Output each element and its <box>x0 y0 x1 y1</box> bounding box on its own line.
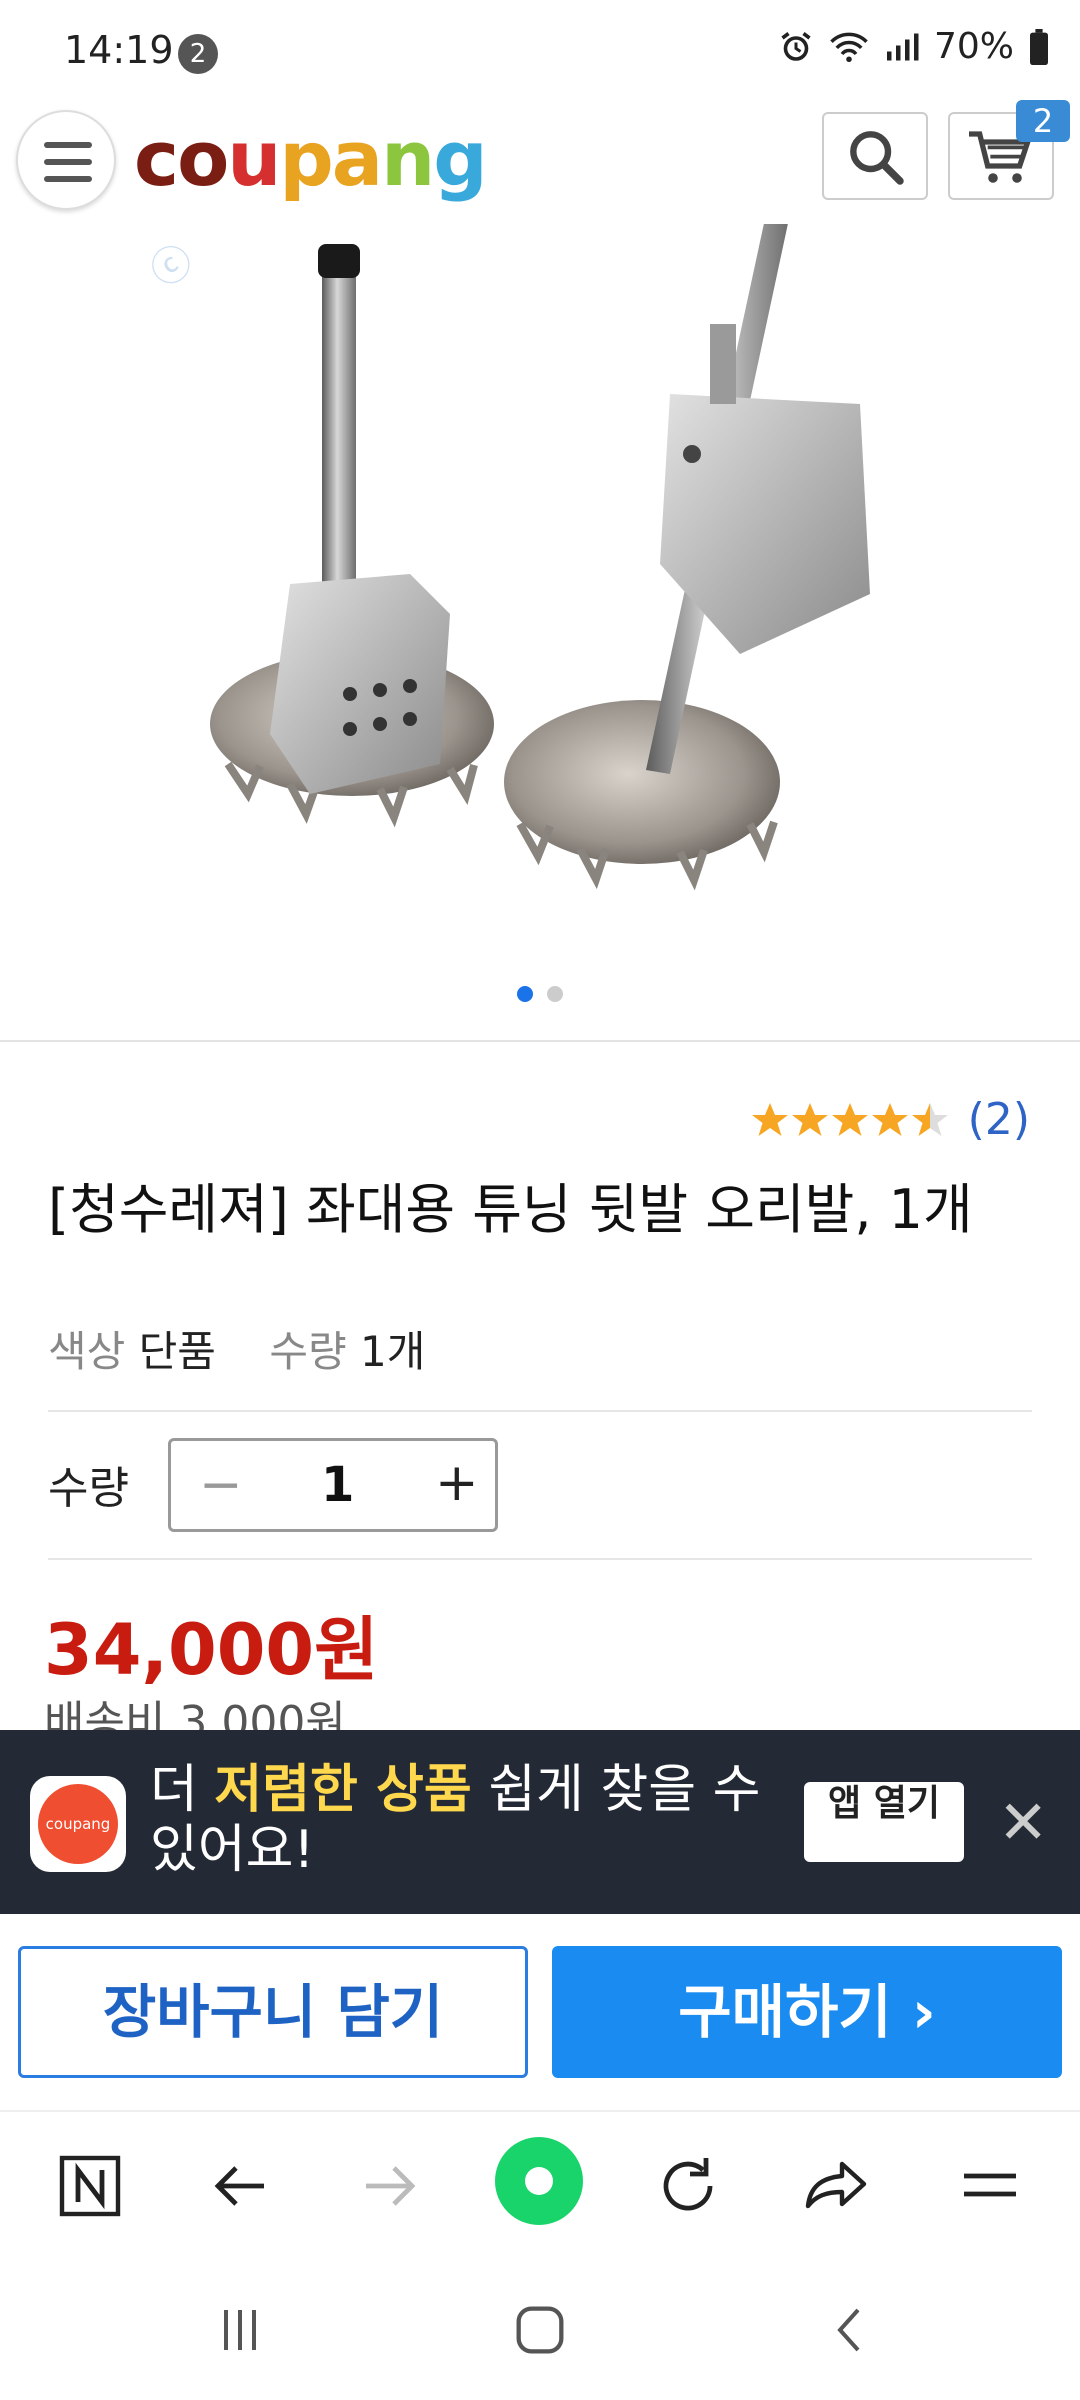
product-image <box>210 224 870 891</box>
back-button[interactable] <box>200 2146 280 2226</box>
home-icon[interactable] <box>508 2298 572 2362</box>
carousel-dot-active[interactable] <box>517 986 533 1002</box>
rating-summary[interactable]: (2) <box>750 1094 1030 1145</box>
buy-now-button[interactable]: 구매하기 › <box>552 1946 1062 2078</box>
option-color-value: 단품 <box>138 1327 216 1376</box>
notification-count-badge: 2 <box>178 34 218 74</box>
logo-letter: a <box>331 114 383 203</box>
carousel-indicator <box>0 986 1080 1002</box>
share-button[interactable] <box>798 2146 878 2226</box>
divider <box>48 1410 1032 1412</box>
wifi-icon <box>830 32 868 62</box>
cart-count-badge: 2 <box>1016 100 1070 142</box>
browser-menu-button[interactable] <box>950 2146 1030 2226</box>
increase-quantity-button[interactable]: + <box>435 1453 479 1513</box>
recent-apps-icon[interactable] <box>210 2300 270 2360</box>
hamburger-icon <box>44 142 92 148</box>
share-icon <box>805 2161 867 2209</box>
logo-letter: p <box>279 114 333 203</box>
close-banner-button[interactable]: ✕ <box>998 1788 1048 1858</box>
app-header: coupang 2 <box>0 100 1080 224</box>
logo-letter: c <box>134 114 179 203</box>
quantity-stepper[interactable]: − 1 + <box>168 1438 498 1532</box>
app-install-banner: coupang 더 저렴한 상품 쉽게 찾을 수 있어요! 앱 열기 ✕ <box>0 1730 1080 1914</box>
menu-button[interactable] <box>16 110 116 210</box>
logo-letter: g <box>433 114 487 203</box>
close-icon: ✕ <box>998 1788 1049 1858</box>
refresh-button[interactable] <box>648 2146 728 2226</box>
coupang-logo[interactable]: coupang <box>134 114 488 203</box>
green-dot-button[interactable] <box>494 2136 584 2226</box>
banner-text-highlight: 저렴한 상품 <box>214 1760 472 1820</box>
banner-message: 더 저렴한 상품 쉽게 찾을 수 있어요! <box>150 1760 770 1880</box>
option-qty-label: 수량 <box>269 1327 347 1376</box>
review-count[interactable]: (2) <box>968 1094 1030 1145</box>
system-navigation-bar <box>0 2260 1080 2400</box>
hamburger-icon-bar <box>44 159 92 165</box>
signal-icon <box>886 33 919 60</box>
app-icon-label: coupang <box>38 1784 118 1864</box>
refresh-icon <box>663 2158 713 2211</box>
battery-icon <box>1030 28 1048 65</box>
search-button[interactable] <box>822 112 928 200</box>
product-title: [청수레져] 좌대용 튜닝 뒷발 오리발, 1개 <box>48 1178 973 1241</box>
naver-home-button[interactable] <box>50 2146 130 2226</box>
browser-toolbar <box>0 2110 1080 2260</box>
search-icon <box>850 131 904 185</box>
product-price: 34,000원 <box>44 1609 379 1691</box>
status-bar: 14:19 2 70% <box>0 0 1080 100</box>
carousel-dot[interactable] <box>547 986 563 1002</box>
open-app-button[interactable]: 앱 열기 <box>804 1782 964 1862</box>
green-dot-icon <box>495 2137 583 2225</box>
rating-stars <box>751 1102 948 1136</box>
quantity-value[interactable]: 1 <box>321 1457 354 1513</box>
logo-letter: n <box>381 114 435 203</box>
quantity-label: 수량 <box>48 1463 129 1514</box>
product-options: 색상 단품 수량 1개 <box>48 1318 425 1379</box>
arrow-right-icon <box>366 2166 416 2206</box>
status-time: 14:19 <box>64 28 174 72</box>
forward-button[interactable] <box>350 2146 430 2226</box>
option-qty-value: 1개 <box>359 1327 426 1376</box>
divider <box>48 1558 1032 1560</box>
battery-percent: 70% <box>933 26 1014 67</box>
system-icons: 70% <box>778 26 1050 67</box>
naver-icon <box>59 2155 121 2217</box>
product-image-carousel[interactable]: ⓒ <box>0 224 1080 1042</box>
logo-letter: u <box>227 114 281 203</box>
arrow-left-icon <box>214 2166 264 2206</box>
decrease-quantity-button[interactable]: − <box>199 1455 243 1515</box>
add-to-cart-button[interactable]: 장바구니 담기 <box>18 1946 528 2078</box>
back-nav-icon[interactable] <box>820 2300 880 2360</box>
coupang-app-icon: coupang <box>30 1776 126 1872</box>
alarm-icon <box>781 31 811 61</box>
hamburger-icon-bar <box>44 176 92 182</box>
option-color-label: 색상 <box>48 1327 126 1376</box>
menu-icon <box>964 2173 1016 2197</box>
banner-text-prefix: 더 <box>150 1760 215 1820</box>
logo-letter: o <box>177 114 229 203</box>
